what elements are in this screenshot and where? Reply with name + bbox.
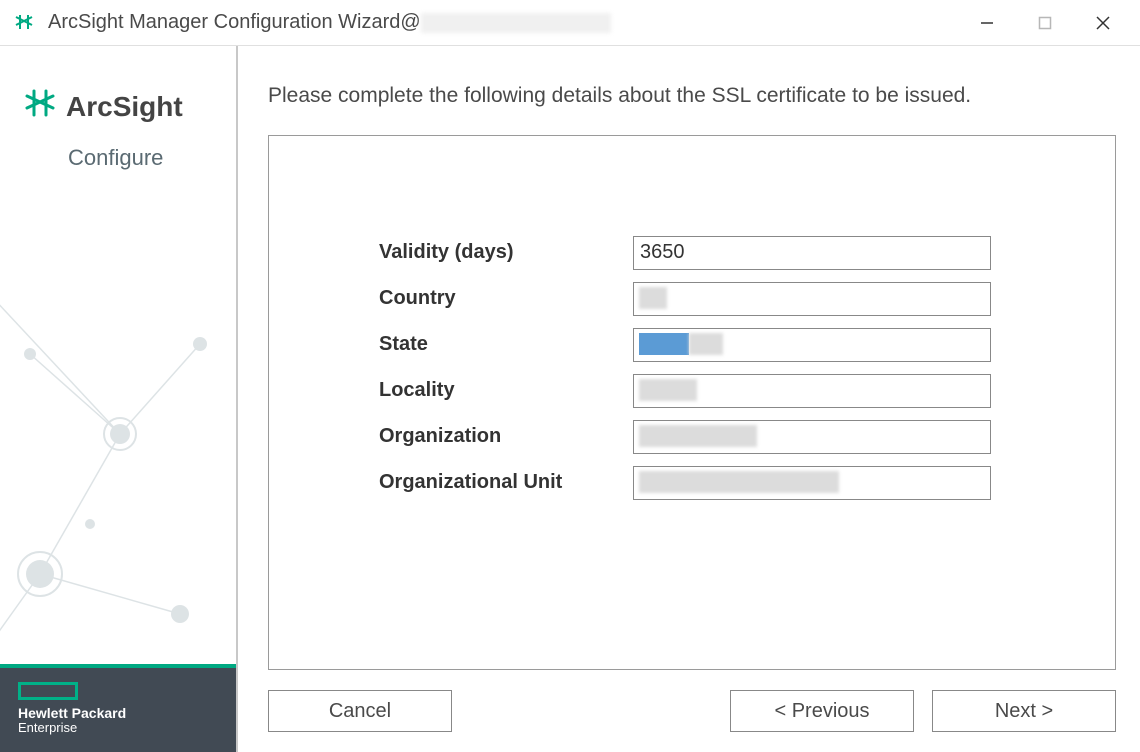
redacted-value: [639, 379, 697, 401]
content-area: Please complete the following details ab…: [238, 46, 1140, 752]
redacted-value: [639, 333, 689, 355]
redacted-value: [639, 425, 757, 447]
window-title: ArcSight Manager Configuration Wizard@: [48, 11, 972, 34]
arcsight-icon: [12, 11, 36, 35]
label-locality: Locality: [379, 379, 633, 402]
footer-brand-line2: Enterprise: [18, 721, 218, 735]
sidebar-decoration: [0, 181, 236, 664]
input-country[interactable]: [633, 282, 991, 316]
hpe-logo-icon: [18, 682, 78, 700]
row-country: Country: [269, 282, 1115, 316]
arcsight-logo-icon: [22, 86, 58, 127]
form-panel: Validity (days) Country State L: [268, 135, 1116, 670]
titlebar: ArcSight Manager Configuration Wizard@: [0, 0, 1140, 46]
footer-brand-line1: Hewlett Packard: [18, 706, 218, 721]
row-organizational-unit: Organizational Unit: [269, 466, 1115, 500]
row-state: State: [269, 328, 1115, 362]
input-validity[interactable]: [633, 236, 991, 270]
maximize-button[interactable]: [1030, 8, 1060, 38]
next-button[interactable]: Next >: [932, 690, 1116, 732]
close-button[interactable]: [1088, 8, 1118, 38]
previous-button[interactable]: < Previous: [730, 690, 914, 732]
label-country: Country: [379, 287, 633, 310]
label-state: State: [379, 333, 633, 356]
row-validity: Validity (days): [269, 236, 1115, 270]
row-locality: Locality: [269, 374, 1115, 408]
instruction-text: Please complete the following details ab…: [268, 80, 1116, 113]
redacted-hostname: [421, 13, 611, 33]
sidebar: ArcSight Configure: [0, 46, 238, 752]
row-organization: Organization: [269, 420, 1115, 454]
redacted-value: [639, 471, 839, 493]
label-validity: Validity (days): [379, 241, 633, 264]
redacted-value: [689, 333, 723, 355]
brand-name: ArcSight: [66, 91, 183, 123]
sidebar-subhead: Configure: [68, 145, 216, 171]
minimize-button[interactable]: [972, 8, 1002, 38]
button-row: Cancel < Previous Next >: [268, 690, 1116, 732]
redacted-value: [639, 287, 667, 309]
window-controls: [972, 8, 1132, 38]
sidebar-footer: Hewlett Packard Enterprise: [0, 664, 236, 752]
label-organization: Organization: [379, 425, 633, 448]
label-organizational-unit: Organizational Unit: [379, 471, 633, 494]
cancel-button[interactable]: Cancel: [268, 690, 452, 732]
